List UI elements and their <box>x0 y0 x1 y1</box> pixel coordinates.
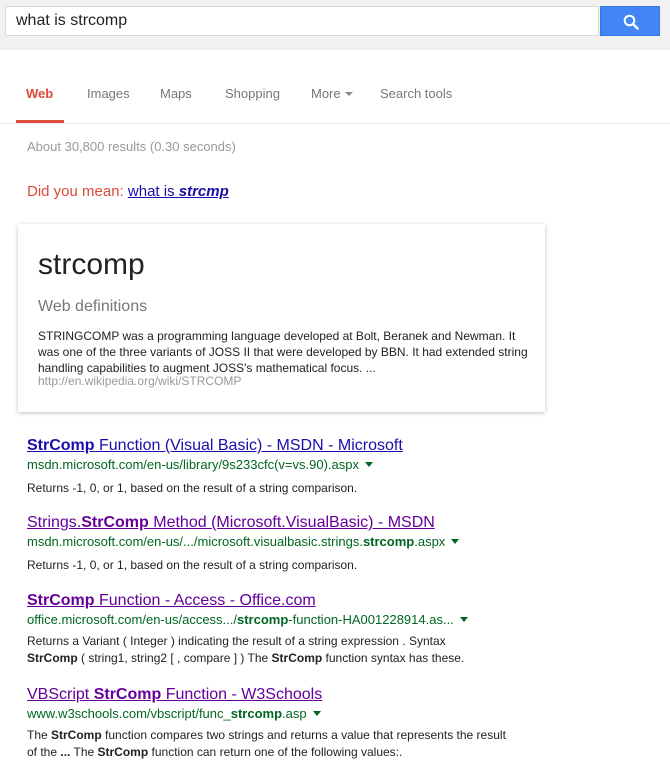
caret-down-icon[interactable] <box>459 617 468 623</box>
did-you-mean-label: Did you mean: <box>27 183 124 200</box>
result-url-bold: strcomp <box>237 612 289 627</box>
snippet-text: function syntax has these. <box>322 651 465 665</box>
suggestion-text: what is <box>127 183 179 200</box>
search-input[interactable] <box>6 7 596 35</box>
definition-url[interactable]: http://en.wikipedia.org/wiki/STRCOMP <box>38 374 241 388</box>
definition-card: strcomp Web definitions STRINGCOMP was a… <box>18 224 545 412</box>
search-result: VBScript StrComp Function - W3Schools ww… <box>27 685 657 761</box>
result-title-prefix: Strings. <box>27 514 82 531</box>
definition-text: STRINGCOMP was a programming language de… <box>38 329 528 375</box>
result-stats: About 30,800 results (0.30 seconds) <box>27 139 236 154</box>
snippet-text: function can return one of the following… <box>148 745 403 759</box>
active-tab-indicator <box>16 120 64 123</box>
tab-more-label: More <box>311 86 341 101</box>
result-snippet: The StrComp function compares two string… <box>27 727 517 761</box>
caret-down-icon[interactable] <box>364 462 373 468</box>
result-url-suffix: .asp <box>282 706 307 721</box>
chevron-down-icon <box>344 91 353 96</box>
result-title-bold: StrComp <box>93 686 162 703</box>
result-url: www.w3schools.com/vbscript/func_strcomp.… <box>27 705 657 723</box>
snippet-bold: StrComp <box>97 745 149 759</box>
result-title-link[interactable]: StrComp Function - Access - Office.com <box>27 591 657 611</box>
result-snippet-line: StrComp ( string1, string2 [ , compare ]… <box>27 650 657 667</box>
result-title-text: Function - Access - Office.com <box>94 592 316 609</box>
search-result: StrComp Function (Visual Basic) - MSDN -… <box>27 436 657 497</box>
result-url-bold: strcomp <box>230 706 283 721</box>
tab-shopping[interactable]: Shopping <box>225 86 280 101</box>
snippet-bold: StrComp <box>51 728 102 742</box>
result-title-bold: StrComp <box>27 592 95 609</box>
did-you-mean: Did you mean: what is strcmp <box>27 183 229 200</box>
result-url: msdn.microsoft.com/en-us/library/9s233cf… <box>27 456 657 474</box>
result-url-bold: strcomp <box>362 534 415 549</box>
result-title-link[interactable]: StrComp Function (Visual Basic) - MSDN -… <box>27 436 657 456</box>
result-url-suffix: -function-HA001228914.as... <box>288 612 454 627</box>
result-url-prefix: office.microsoft.com/en-us/access.../ <box>27 612 237 627</box>
result-title-bold: StrComp <box>81 514 149 531</box>
search-header <box>0 0 670 50</box>
result-url-prefix: www.w3schools.com/vbscript/func_ <box>27 706 231 721</box>
suggestion-bold-term: strcmp <box>178 183 229 200</box>
result-title-link[interactable]: Strings.StrComp Method (Microsoft.Visual… <box>27 513 657 533</box>
result-title-text: Method (Microsoft.VisualBasic) - MSDN <box>148 514 435 531</box>
result-snippet-line: Returns a Variant ( Integer ) indicating… <box>27 634 446 648</box>
result-url-suffix: .aspx <box>414 534 446 549</box>
snippet-bold: ... <box>60 745 71 759</box>
search-button[interactable] <box>600 6 660 36</box>
result-snippet: Returns -1, 0, or 1, based on the result… <box>27 481 358 495</box>
result-title-bold: StrComp <box>27 437 95 454</box>
result-url: office.microsoft.com/en-us/access.../str… <box>27 611 657 629</box>
result-url-text: msdn.microsoft.com/en-us/library/9s233cf… <box>27 457 359 472</box>
spelling-suggestion-link[interactable]: what is strcmp <box>128 183 229 200</box>
result-snippet: Returns a Variant ( Integer ) indicating… <box>27 633 657 667</box>
result-snippet: Returns -1, 0, or 1, based on the result… <box>27 558 358 572</box>
tab-web[interactable]: Web <box>26 86 53 101</box>
snippet-text: The <box>27 728 52 742</box>
search-result: Strings.StrComp Method (Microsoft.Visual… <box>27 513 657 574</box>
tab-maps[interactable]: Maps <box>160 86 192 101</box>
snippet-bold: StrComp <box>271 651 323 665</box>
result-title-link[interactable]: VBScript StrComp Function - W3Schools <box>27 685 657 705</box>
tab-bar: Web Images Maps Shopping More Search too… <box>0 72 670 124</box>
search-result: StrComp Function - Access - Office.com o… <box>27 591 657 667</box>
result-title-text: Function (Visual Basic) - MSDN - Microso… <box>94 437 403 454</box>
definition-term: strcomp <box>38 248 145 281</box>
result-title-text: Function - W3Schools <box>161 686 323 703</box>
definition-source: Web definitions <box>38 298 148 315</box>
tab-more[interactable]: More <box>311 86 353 101</box>
snippet-bold: StrComp <box>27 651 78 665</box>
snippet-text: ( string1, string2 [ , compare ] ) The <box>77 651 272 665</box>
search-icon <box>623 14 639 30</box>
search-box <box>5 6 599 36</box>
result-title-prefix: VBScript <box>27 686 94 703</box>
caret-down-icon[interactable] <box>312 711 321 717</box>
result-url-prefix: msdn.microsoft.com/en-us/.../microsoft.v… <box>27 534 363 549</box>
caret-down-icon[interactable] <box>451 539 460 545</box>
tab-search-tools[interactable]: Search tools <box>380 86 452 101</box>
result-url: msdn.microsoft.com/en-us/.../microsoft.v… <box>27 533 657 551</box>
snippet-text: The <box>70 745 98 759</box>
tab-images[interactable]: Images <box>87 86 130 101</box>
